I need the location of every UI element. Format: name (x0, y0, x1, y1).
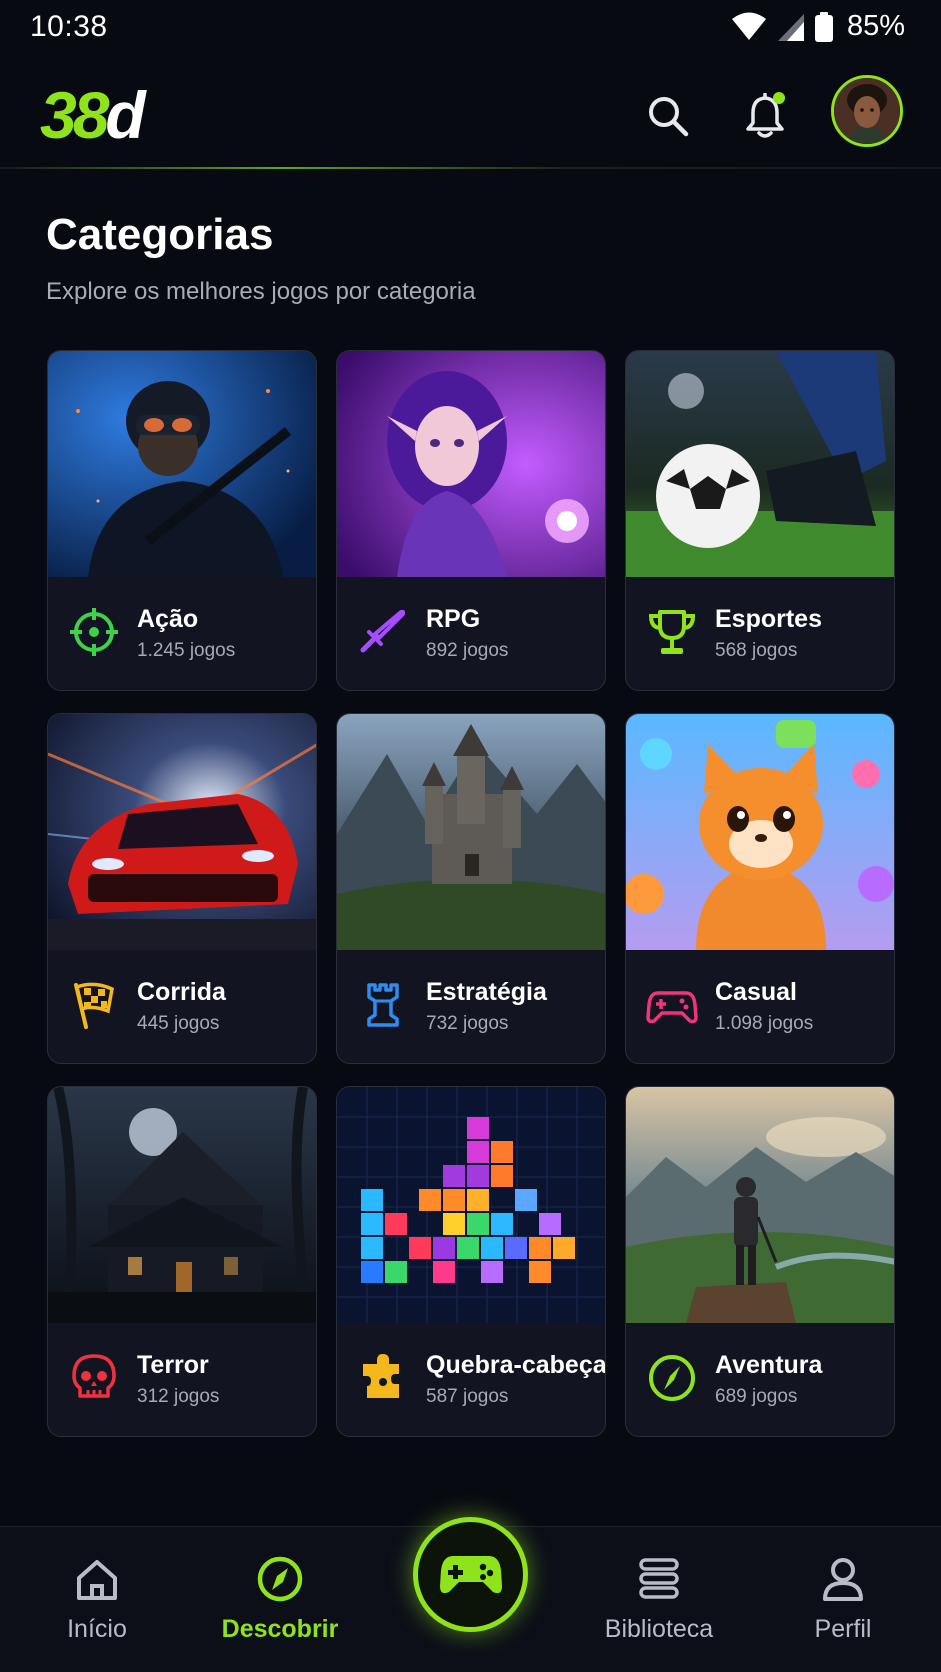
category-info: Corrida 445 jogos (48, 948, 316, 1063)
checkered-flag-icon (68, 979, 120, 1031)
category-count: 568 jogos (715, 640, 798, 661)
category-count: 587 jogos (426, 1386, 509, 1407)
status-icons: 85% (731, 10, 905, 43)
category-name: Terror (137, 1351, 209, 1379)
play-center-button[interactable] (413, 1517, 528, 1632)
page-subtitle: Explore os melhores jogos por categoria (46, 278, 476, 305)
signal-icon (777, 13, 804, 41)
category-count: 892 jogos (426, 640, 509, 661)
category-name: Ação (137, 605, 199, 633)
trophy-icon (646, 606, 698, 658)
chess-rook-icon (357, 979, 409, 1031)
status-time: 10:38 (30, 10, 108, 43)
nav-item-descobrir[interactable]: Descobrir (190, 1527, 370, 1672)
category-card-terror[interactable]: Terror 312 jogos (47, 1086, 317, 1437)
category-image-acao (48, 351, 316, 577)
gamepad-icon (439, 1555, 502, 1593)
category-name: Esportes (715, 605, 822, 633)
category-image-corrida (48, 714, 316, 950)
category-name: Corrida (137, 978, 226, 1006)
category-count: 1.245 jogos (137, 640, 236, 661)
battery-icon (814, 11, 833, 42)
category-count: 1.098 jogos (715, 1013, 814, 1034)
nav-item-inicio[interactable]: Início (7, 1527, 187, 1672)
wifi-icon (731, 12, 766, 40)
logo-letter: d (105, 78, 145, 152)
battery-percentage: 85% (846, 10, 905, 42)
nav-item-perfil[interactable]: Perfil (753, 1527, 933, 1672)
category-name: Aventura (715, 1351, 823, 1379)
category-info: Esportes 568 jogos (626, 575, 894, 690)
category-image-rpg (337, 351, 605, 577)
page-title: Categorias (46, 210, 274, 259)
category-name: Quebra-cabeça (426, 1351, 606, 1379)
category-info: Aventura 689 jogos (626, 1321, 894, 1436)
category-card-estrategia[interactable]: Estratégia 732 jogos (336, 713, 606, 1064)
puzzle-icon (357, 1352, 409, 1404)
search-button[interactable] (640, 88, 696, 144)
compass-icon (646, 1352, 698, 1404)
category-info: Quebra-cabeça 587 jogos (337, 1321, 605, 1436)
app-header: 38d (0, 66, 941, 168)
nav-label: Biblioteca (604, 1615, 714, 1643)
header-divider (0, 167, 941, 169)
category-info: Terror 312 jogos (48, 1321, 316, 1436)
nav-label: Início (67, 1615, 127, 1643)
nav-label: Descobrir (221, 1615, 339, 1643)
category-name: Estratégia (426, 978, 547, 1006)
category-image-esportes (626, 351, 894, 577)
category-image-terror (48, 1087, 316, 1323)
avatar[interactable] (831, 75, 903, 147)
logo-number: 38 (40, 78, 109, 152)
category-card-esportes[interactable]: Esportes 568 jogos (625, 350, 895, 691)
category-info: RPG 892 jogos (337, 575, 605, 690)
category-card-casual[interactable]: Casual 1.098 jogos (625, 713, 895, 1064)
avatar-image (834, 78, 900, 144)
user-icon (815, 1551, 871, 1607)
category-name: Casual (715, 978, 797, 1006)
app-logo[interactable]: 38d (40, 82, 146, 148)
category-count: 689 jogos (715, 1386, 798, 1407)
home-icon (69, 1551, 125, 1607)
category-info: Estratégia 732 jogos (337, 948, 605, 1063)
category-image-quebra-cabeca (337, 1087, 605, 1323)
category-info: Casual 1.098 jogos (626, 948, 894, 1063)
skull-icon (68, 1352, 120, 1404)
category-image-aventura (626, 1087, 894, 1323)
library-icon (631, 1551, 687, 1607)
nav-label: Perfil (814, 1615, 872, 1643)
category-card-acao[interactable]: Ação 1.245 jogos (47, 350, 317, 691)
category-info: Ação 1.245 jogos (48, 575, 316, 690)
notifications-button[interactable] (737, 88, 793, 144)
status-bar: 10:38 85% (0, 0, 941, 56)
category-card-quebra-cabeca[interactable]: Quebra-cabeça 587 jogos (336, 1086, 606, 1437)
nav-item-biblioteca[interactable]: Biblioteca (569, 1527, 749, 1672)
category-card-corrida[interactable]: Corrida 445 jogos (47, 713, 317, 1064)
category-name: RPG (426, 605, 481, 633)
search-icon (649, 97, 689, 137)
category-card-aventura[interactable]: Aventura 689 jogos (625, 1086, 895, 1437)
category-image-estrategia (337, 714, 605, 950)
category-card-rpg[interactable]: RPG 892 jogos (336, 350, 606, 691)
compass-icon (252, 1551, 308, 1607)
sword-icon (357, 606, 409, 658)
crosshair-icon (68, 606, 120, 658)
category-count: 445 jogos (137, 1013, 220, 1034)
category-count: 312 jogos (137, 1386, 220, 1407)
category-image-casual (626, 714, 894, 950)
notification-dot (773, 92, 785, 104)
gamepad-icon (646, 979, 698, 1031)
category-count: 732 jogos (426, 1013, 509, 1034)
